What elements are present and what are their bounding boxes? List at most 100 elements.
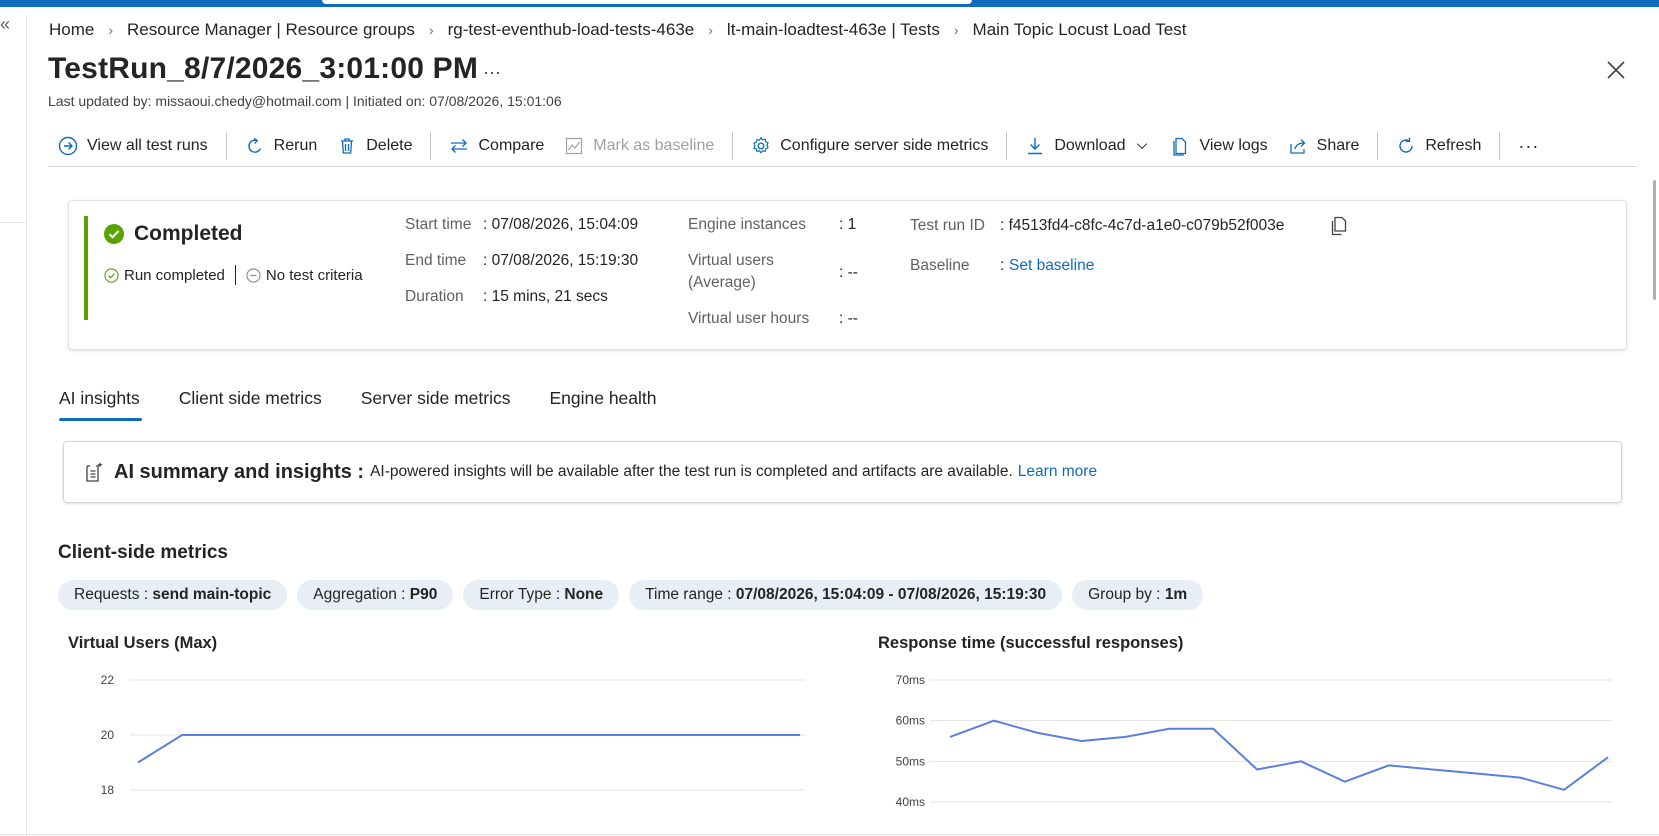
more-commands-button[interactable]: ··· xyxy=(1508,130,1549,162)
tab-ai-insights[interactable]: AI insights xyxy=(59,388,142,421)
minus-circle-icon xyxy=(246,267,261,283)
filter-pill-time-range[interactable]: Time range : 07/08/2026, 15:04:09 - 07/0… xyxy=(629,580,1063,610)
filter-label: Error Type : xyxy=(479,586,565,603)
collapse-sidebar-icon[interactable]: « xyxy=(0,14,10,35)
more-label: ··· xyxy=(1518,135,1540,156)
ai-insights-card: AI summary and insights : AI-powered ins… xyxy=(63,441,1622,503)
title-more-button[interactable]: ··· xyxy=(483,62,501,83)
gear-icon xyxy=(753,136,770,154)
configure-label: Configure server side metrics xyxy=(780,137,989,154)
status-details: Run completed No test criteria xyxy=(104,265,363,285)
engine-instances-label: Engine instances xyxy=(688,216,807,233)
status-divider xyxy=(234,265,236,285)
breadcrumb-load-test[interactable]: lt-main-loadtest-463e | Tests xyxy=(727,20,940,40)
y-tick-label: 60ms xyxy=(896,714,925,728)
tab-engine-health[interactable]: Engine health xyxy=(549,388,656,421)
toolbar-divider xyxy=(1377,132,1379,160)
end-time-value: : 07/08/2026, 15:19:30 xyxy=(483,252,639,269)
breadcrumb-test[interactable]: Main Topic Locust Load Test xyxy=(973,20,1187,40)
trash-icon xyxy=(341,138,354,154)
mark-as-baseline-button[interactable]: Mark as baseline xyxy=(554,130,724,162)
ai-sparkle-clipboard-icon xyxy=(86,462,103,482)
y-tick-label: 18 xyxy=(101,783,115,797)
y-tick-label: 22 xyxy=(101,673,115,687)
ai-insights-heading: AI summary and insights : xyxy=(114,460,365,483)
scrollbar-thumb[interactable] xyxy=(1653,180,1656,300)
filter-label: Time range : xyxy=(645,586,736,603)
virtual-users-value: : -- xyxy=(839,264,858,281)
duration-label: Duration xyxy=(405,288,464,305)
chevron-right-icon: › xyxy=(953,22,959,38)
check-circle-icon xyxy=(104,224,124,244)
command-bar: View all test runs Rerun Delete Compare … xyxy=(48,130,1549,162)
virtual-user-hours-label: Virtual user hours xyxy=(688,310,810,327)
set-baseline-link[interactable]: Set baseline xyxy=(1009,257,1094,275)
copy-icon[interactable] xyxy=(1329,216,1347,236)
engine-instances-value: : 1 xyxy=(839,216,857,233)
delete-button[interactable]: Delete xyxy=(327,130,422,162)
close-icon[interactable] xyxy=(1604,58,1628,82)
refresh-label: Refresh xyxy=(1425,137,1482,154)
filter-value: None xyxy=(564,586,604,603)
start-time-value: : 07/08/2026, 15:04:09 xyxy=(483,216,639,233)
compare-button[interactable]: Compare xyxy=(439,130,554,162)
baseline-label: Baseline xyxy=(910,257,970,274)
filter-pills: Requests : send main-topic Aggregation :… xyxy=(58,580,1204,610)
tab-server-side-metrics[interactable]: Server side metrics xyxy=(361,388,511,421)
view-logs-button[interactable]: View logs xyxy=(1160,130,1277,162)
share-button[interactable]: Share xyxy=(1278,130,1370,162)
filter-value: P90 xyxy=(409,586,438,603)
share-icon xyxy=(1290,139,1306,154)
status-title: Completed xyxy=(134,222,243,245)
sidebar-divider-short xyxy=(0,222,26,223)
virtual-users-chart-title: Virtual Users (Max) xyxy=(68,634,218,652)
y-tick-label: 50ms xyxy=(896,754,925,768)
download-button[interactable]: Download xyxy=(1015,130,1160,162)
filter-label: Group by : xyxy=(1088,586,1165,603)
series-line xyxy=(949,719,1609,791)
breadcrumb-home[interactable]: Home xyxy=(49,20,94,40)
breadcrumb-resource-groups[interactable]: Resource Manager | Resource groups xyxy=(127,20,415,40)
compare-label: Compare xyxy=(478,137,545,154)
series-line xyxy=(137,734,800,764)
view-logs-label: View logs xyxy=(1199,137,1268,154)
filter-value: 07/08/2026, 15:04:09 - 07/08/2026, 15:19… xyxy=(735,586,1047,603)
chevron-down-icon xyxy=(1137,143,1148,150)
baseline-colon: : xyxy=(1000,257,1005,274)
virtual-users-label-average: (Average) xyxy=(688,274,756,291)
refresh-button[interactable]: Refresh xyxy=(1386,130,1491,162)
toolbar-divider-line xyxy=(48,166,1637,167)
tab-client-side-metrics[interactable]: Client side metrics xyxy=(179,388,322,421)
client-side-metrics-title: Client-side metrics xyxy=(58,542,228,563)
filter-pill-aggregation[interactable]: Aggregation : P90 xyxy=(297,580,454,610)
duration-value: : 15 mins, 21 secs xyxy=(483,288,608,305)
filter-pill-error-type[interactable]: Error Type : None xyxy=(463,580,620,610)
filter-pill-group-by[interactable]: Group by : 1m xyxy=(1072,580,1204,610)
configure-server-metrics-button[interactable]: Configure server side metrics xyxy=(741,130,998,162)
status-accent-bar xyxy=(84,216,88,320)
run-completed-label: Run completed xyxy=(124,266,225,284)
chevron-right-icon: › xyxy=(428,22,434,38)
breadcrumb-resource-group[interactable]: rg-test-eventhub-load-tests-463e xyxy=(448,20,695,40)
arrow-circle-right-icon xyxy=(58,136,78,156)
page-title: TestRun_8/7/2026_3:01:00 PM xyxy=(48,52,479,85)
filter-value: 1m xyxy=(1164,586,1188,603)
learn-more-link[interactable]: Learn more xyxy=(1018,463,1097,481)
bottom-divider xyxy=(0,834,1659,835)
virtual-user-hours-value: : -- xyxy=(839,310,858,327)
global-search-box[interactable] xyxy=(322,0,972,4)
filter-value: send main-topic xyxy=(152,586,272,603)
response-time-chart: 70ms 60ms 50ms 40ms xyxy=(896,673,1612,809)
start-time-label: Start time xyxy=(405,216,472,233)
filter-label: Requests : xyxy=(74,586,153,603)
share-label: Share xyxy=(1316,137,1360,154)
chart-line-icon xyxy=(566,137,583,155)
refresh-icon xyxy=(1399,137,1414,153)
rerun-button[interactable]: Rerun xyxy=(235,130,328,162)
toolbar-divider xyxy=(732,132,734,160)
chevron-right-icon: › xyxy=(108,22,114,38)
toolbar-divider xyxy=(225,132,227,160)
filter-pill-requests[interactable]: Requests : send main-topic xyxy=(58,580,288,610)
view-all-test-runs-button[interactable]: View all test runs xyxy=(48,130,218,162)
breadcrumb: Home › Resource Manager | Resource group… xyxy=(49,20,1186,40)
